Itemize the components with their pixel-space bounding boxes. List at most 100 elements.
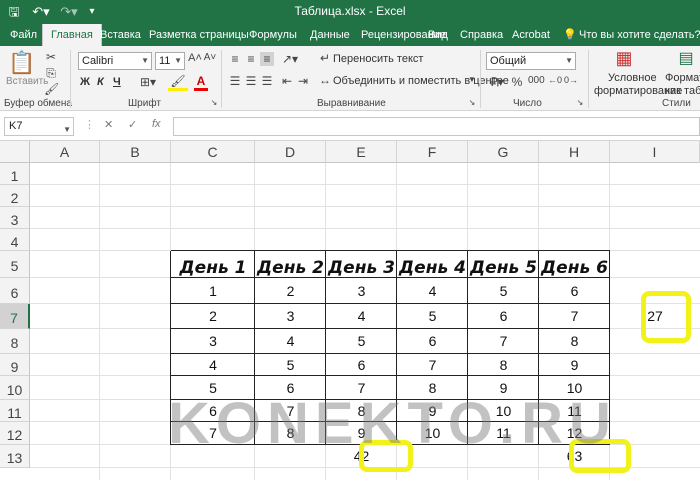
paste-icon[interactable]: 📋 [8,50,36,76]
column-header-h[interactable]: H [539,141,610,163]
table-cell[interactable]: 2 [255,278,326,304]
merge-center-button[interactable]: Объединить и поместить в центре [333,75,509,87]
tab-acrobat[interactable]: Acrobat [512,24,550,46]
row-header-13[interactable]: 13 [0,445,30,468]
row-header-3[interactable]: 3 [0,207,30,229]
table-cell[interactable]: 5 [397,304,468,329]
dialog-launcher-icon[interactable]: ↘ [468,98,476,107]
table-cell[interactable]: 6 [397,329,468,354]
table-cell[interactable]: 5 [468,278,539,304]
copy-icon[interactable]: ⎘ [44,66,58,81]
insert-function-icon[interactable]: fx [152,118,161,130]
table-cell[interactable]: 3 [255,304,326,329]
font-color-icon[interactable]: A [194,74,208,91]
conditional-formatting-button[interactable]: Условное [608,72,657,84]
fill-color-icon[interactable]: 🖌 [168,74,188,91]
select-all-button[interactable] [0,141,30,163]
align-top-icon[interactable]: ≡ [228,52,242,66]
row-header-5[interactable]: 5 [0,251,30,278]
table-cell[interactable]: 2 [171,304,255,329]
tab-insert[interactable]: Вставка [100,24,141,46]
align-bottom-icon[interactable]: ≡ [260,52,274,66]
row-header-8[interactable]: 8 [0,329,30,354]
tell-me-search[interactable]: Что вы хотите сделать? [579,24,700,46]
column-header-a[interactable]: A [30,141,100,163]
enter-icon[interactable]: ✓ [128,118,137,131]
column-header-b[interactable]: B [100,141,171,163]
bold-button[interactable]: Ж [80,76,90,88]
italic-button[interactable]: К [97,76,104,88]
column-header-i[interactable]: I [610,141,700,163]
format-painter-icon[interactable]: 🖌 [44,82,59,96]
increase-decimal-icon[interactable]: ←0 [548,75,562,85]
align-left-icon[interactable]: ☰ [228,74,242,88]
decrease-decimal-icon[interactable]: 0→ [564,75,578,85]
column-header-e[interactable]: E [326,141,397,163]
table-cell[interactable]: 6 [468,304,539,329]
number-format-select[interactable]: Общий ▼ [486,52,576,70]
dialog-launcher-icon[interactable]: ↘ [576,98,584,107]
column-header-d[interactable]: D [255,141,326,163]
tab-file[interactable]: Файл [10,24,37,46]
column-header-f[interactable]: F [397,141,468,163]
table-cell[interactable]: 4 [397,278,468,304]
dialog-launcher-icon[interactable]: ↘ [210,98,218,107]
underline-button[interactable]: Ч [113,76,121,88]
format-as-table-icon[interactable]: ▤ [676,48,696,68]
row-header-6[interactable]: 6 [0,278,30,304]
wrap-text-button[interactable]: Переносить текст [333,53,423,65]
row-header-1[interactable]: 1 [0,163,30,185]
table-cell[interactable]: 1 [171,278,255,304]
name-box[interactable]: K7 ▼ [4,117,74,136]
tab-home[interactable]: Главная [42,24,102,46]
table-cell[interactable]: 4 [255,329,326,354]
currency-icon[interactable]: ₽▾ [488,75,506,89]
align-right-icon[interactable]: ☰ [260,74,274,88]
tab-page-layout[interactable]: Разметка страницы [149,24,249,46]
table-cell[interactable]: 8 [468,354,539,376]
table-cell[interactable]: 4 [171,354,255,376]
table-cell[interactable]: 4 [326,304,397,329]
align-middle-icon[interactable]: ≡ [244,52,258,66]
row-header-10[interactable]: 10 [0,376,30,400]
tab-help[interactable]: Справка [460,24,503,46]
table-cell[interactable]: 3 [326,278,397,304]
table-cell[interactable]: 5 [255,354,326,376]
tab-data[interactable]: Данные [310,24,350,46]
tab-formulas[interactable]: Формулы [249,24,297,46]
tab-view[interactable]: Вид [428,24,448,46]
column-header-c[interactable]: C [171,141,255,163]
format-as-table-button[interactable]: Формати [665,72,700,84]
paste-button[interactable]: Вставить [6,76,48,87]
increase-indent-icon[interactable]: ⇥ [296,74,310,88]
cancel-icon[interactable]: ✕ [104,118,113,131]
table-cell[interactable]: 7 [539,304,610,329]
thousands-separator-icon[interactable]: 000 [528,75,545,86]
row-header-11[interactable]: 11 [0,400,30,422]
conditional-formatting-icon[interactable]: ▦ [612,48,636,69]
cut-icon[interactable]: ✂ [44,50,58,64]
chevron-down-icon[interactable]: ▼ [468,75,476,84]
table-cell[interactable]: 3 [171,329,255,354]
increase-font-icon[interactable]: A˄ [188,52,202,64]
borders-icon[interactable]: ⊞▾ [138,75,158,89]
column-header-g[interactable]: G [468,141,539,163]
table-cell[interactable]: 7 [468,329,539,354]
table-cell[interactable]: 6 [539,278,610,304]
decrease-indent-icon[interactable]: ⇤ [280,74,294,88]
table-cell[interactable]: 8 [539,329,610,354]
table-cell[interactable]: 6 [326,354,397,376]
row-header-12[interactable]: 12 [0,422,30,445]
table-cell[interactable]: 5 [326,329,397,354]
table-cell[interactable]: 9 [539,354,610,376]
orientation-icon[interactable]: ↗▾ [280,52,300,66]
row-header-7[interactable]: 7 [0,304,30,329]
formula-input[interactable] [173,117,700,136]
decrease-font-icon[interactable]: A˅ [203,52,217,63]
percent-icon[interactable]: % [510,75,524,89]
row-header-9[interactable]: 9 [0,354,30,376]
align-center-icon[interactable]: ☰ [244,74,258,88]
table-cell[interactable]: 7 [397,354,468,376]
row-header-4[interactable]: 4 [0,229,30,251]
font-name-select[interactable]: Calibri ▼ [78,52,152,70]
